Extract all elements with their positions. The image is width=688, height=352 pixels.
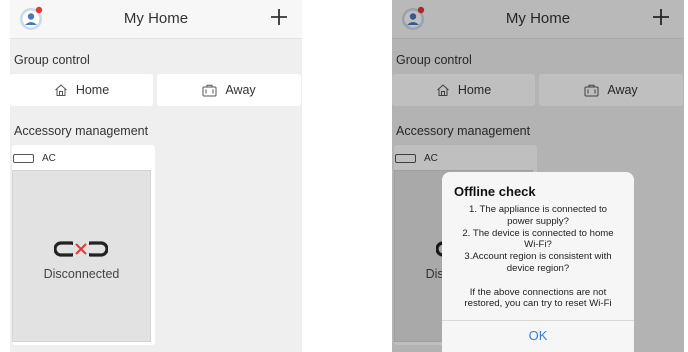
device-status-area: Disconnected	[12, 170, 151, 342]
device-status-label: Disconnected	[43, 267, 120, 281]
dialog-line: Wi-Fi?	[524, 239, 552, 251]
dialog-line: restored, you can try to reset Wi-Fi	[464, 298, 612, 310]
dialog-divider	[442, 320, 634, 321]
offline-check-dialog: Offline check 1. The appliance is connec…	[442, 172, 634, 352]
dialog-line: 3.Account region is consistent with	[464, 251, 612, 263]
ok-button[interactable]: OK	[442, 328, 634, 343]
away-mode-label: Away	[225, 83, 256, 97]
app-header: My Home	[10, 0, 302, 39]
dialog-line: 1. The appliance is connected to	[469, 204, 607, 215]
dialog-title: Offline check	[454, 184, 536, 199]
page-title: My Home	[123, 10, 189, 27]
home-screen-with-dialog: My Home Group control Home Away Accessor…	[392, 0, 684, 352]
home-mode-button[interactable]: Home	[10, 74, 153, 106]
suitcase-icon	[202, 84, 217, 96]
plus-icon	[271, 9, 287, 25]
house-icon	[54, 84, 67, 96]
home-screen: My Home Group control Home Away Accessor…	[10, 0, 302, 352]
dialog-line: If the above connections are not	[469, 286, 607, 298]
group-control-title: Group control	[14, 53, 90, 67]
device-card-ac[interactable]: AC Disconnected	[12, 145, 155, 345]
accessory-management-title: Accessory management	[14, 124, 149, 138]
disconnected-link-icon	[54, 241, 108, 257]
device-name: AC	[42, 152, 56, 164]
dialog-message: 1. The appliance is connected to power s…	[452, 204, 624, 310]
home-mode-label: Home	[75, 83, 110, 97]
dialog-line: device region?	[506, 262, 570, 274]
add-button[interactable]	[270, 3, 288, 31]
dialog-line	[452, 275, 624, 287]
away-mode-button[interactable]: Away	[157, 74, 301, 106]
dialog-line: 2. The device is connected to home	[462, 227, 614, 239]
dialog-line: power supply?	[507, 215, 569, 227]
device-card-header: AC	[12, 151, 56, 165]
ac-unit-icon	[13, 153, 34, 163]
